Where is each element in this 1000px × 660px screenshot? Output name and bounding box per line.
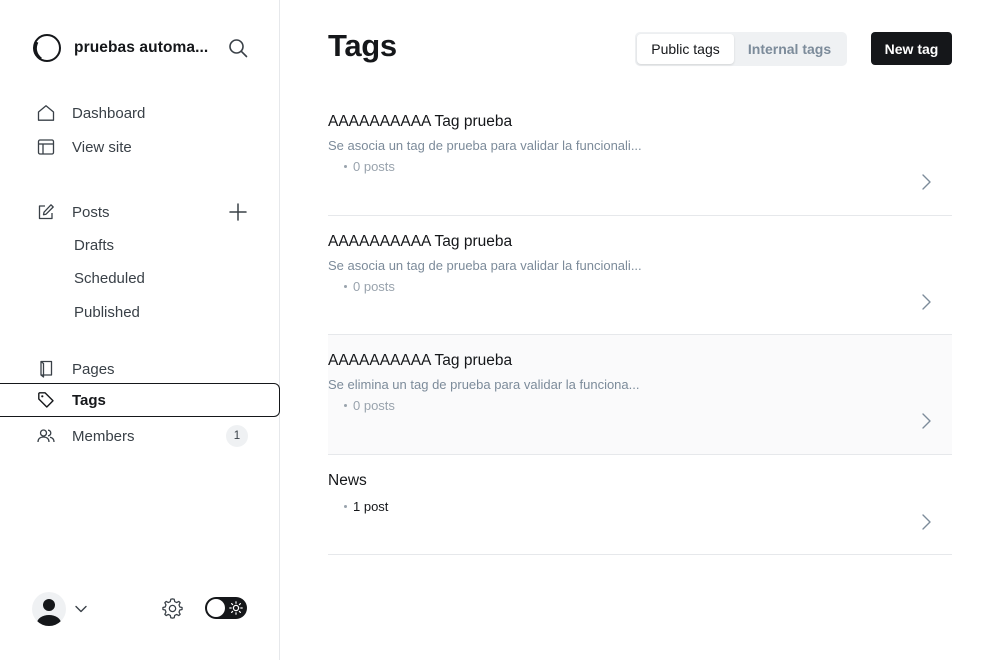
page-title: Tags (328, 28, 397, 63)
sun-icon (229, 601, 243, 615)
new-tag-button[interactable]: New tag (871, 32, 952, 65)
chevron-down-icon[interactable] (74, 602, 88, 616)
nav-members-label: Members (72, 427, 135, 445)
nav-tags-label: Tags (72, 391, 106, 409)
tag-type-segmented-control: Public tags Internal tags (635, 32, 847, 66)
tag-row[interactable]: News 1 post (328, 455, 952, 555)
user-avatar-icon[interactable] (32, 592, 66, 626)
toggle-knob (207, 599, 225, 617)
tag-post-count: 1 post (344, 499, 388, 514)
chevron-right-icon (922, 294, 931, 310)
tag-description: Se elimina un tag de prueba para validar… (328, 377, 640, 392)
tag-description: Se asocia un tag de prueba para validar … (328, 138, 642, 153)
nav-dashboard[interactable]: Dashboard (0, 96, 280, 130)
tag-row[interactable]: AAAAAAAAAA Tag prueba Se asocia un tag d… (328, 96, 952, 216)
search-icon[interactable] (228, 38, 248, 58)
site-brand[interactable]: pruebas automa... (32, 32, 252, 64)
tag-post-count-text: 0 posts (353, 279, 395, 294)
tag-icon (38, 392, 54, 408)
site-logo-icon (33, 34, 61, 62)
nav-posts-label: Posts (72, 203, 110, 221)
tag-row[interactable]: AAAAAAAAAA Tag prueba Se elimina un tag … (328, 335, 952, 455)
nav-tags[interactable]: Tags (0, 383, 280, 417)
nav-view-site[interactable]: View site (0, 130, 280, 164)
nav-scheduled[interactable]: Scheduled (74, 267, 145, 291)
tab-internal-tags[interactable]: Internal tags (734, 34, 845, 64)
tag-name: AAAAAAAAAA Tag prueba (328, 352, 513, 369)
sidebar: pruebas automa... Dashboard View site Po… (0, 0, 280, 660)
tag-description: Se asocia un tag de prueba para validar … (328, 258, 642, 273)
tag-post-count-text: 0 posts (353, 398, 395, 413)
site-name: pruebas automa... (74, 39, 209, 56)
tag-row[interactable]: AAAAAAAAAA Tag prueba Se asocia un tag d… (328, 216, 952, 335)
home-icon (37, 105, 55, 121)
tag-name: AAAAAAAAAA Tag prueba (328, 113, 513, 130)
nav-pages-label: Pages (72, 360, 115, 378)
pages-icon (40, 360, 53, 378)
chevron-right-icon (922, 174, 931, 190)
nav-dashboard-label: Dashboard (72, 104, 146, 122)
posts-pencil-icon (38, 204, 54, 220)
chevron-right-icon (922, 413, 931, 429)
tag-post-count-text: 1 post (353, 499, 389, 514)
main-content: Tags Public tags Internal tags New tag A… (328, 0, 952, 660)
tag-post-count: 0 posts (344, 398, 395, 413)
nav-view-site-label: View site (72, 138, 132, 156)
tag-name: News (328, 472, 367, 489)
nav-pages[interactable]: Pages (0, 352, 280, 386)
gear-icon[interactable] (161, 597, 184, 620)
tag-post-count: 0 posts (344, 159, 395, 174)
theme-toggle[interactable] (205, 597, 247, 619)
tag-name: AAAAAAAAAA Tag prueba (328, 233, 513, 250)
sidebar-footer (32, 592, 248, 626)
tag-list: AAAAAAAAAA Tag prueba Se asocia un tag d… (328, 96, 952, 555)
members-icon (37, 429, 55, 443)
tag-post-count: 0 posts (344, 279, 395, 294)
nav-published[interactable]: Published (74, 301, 140, 325)
nav-drafts[interactable]: Drafts (74, 234, 114, 258)
tab-public-tags[interactable]: Public tags (637, 34, 734, 64)
members-count-badge: 1 (226, 425, 248, 447)
view-site-icon (37, 139, 55, 155)
plus-icon[interactable] (228, 202, 248, 222)
chevron-right-icon (922, 514, 931, 530)
tag-post-count-text: 0 posts (353, 159, 395, 174)
